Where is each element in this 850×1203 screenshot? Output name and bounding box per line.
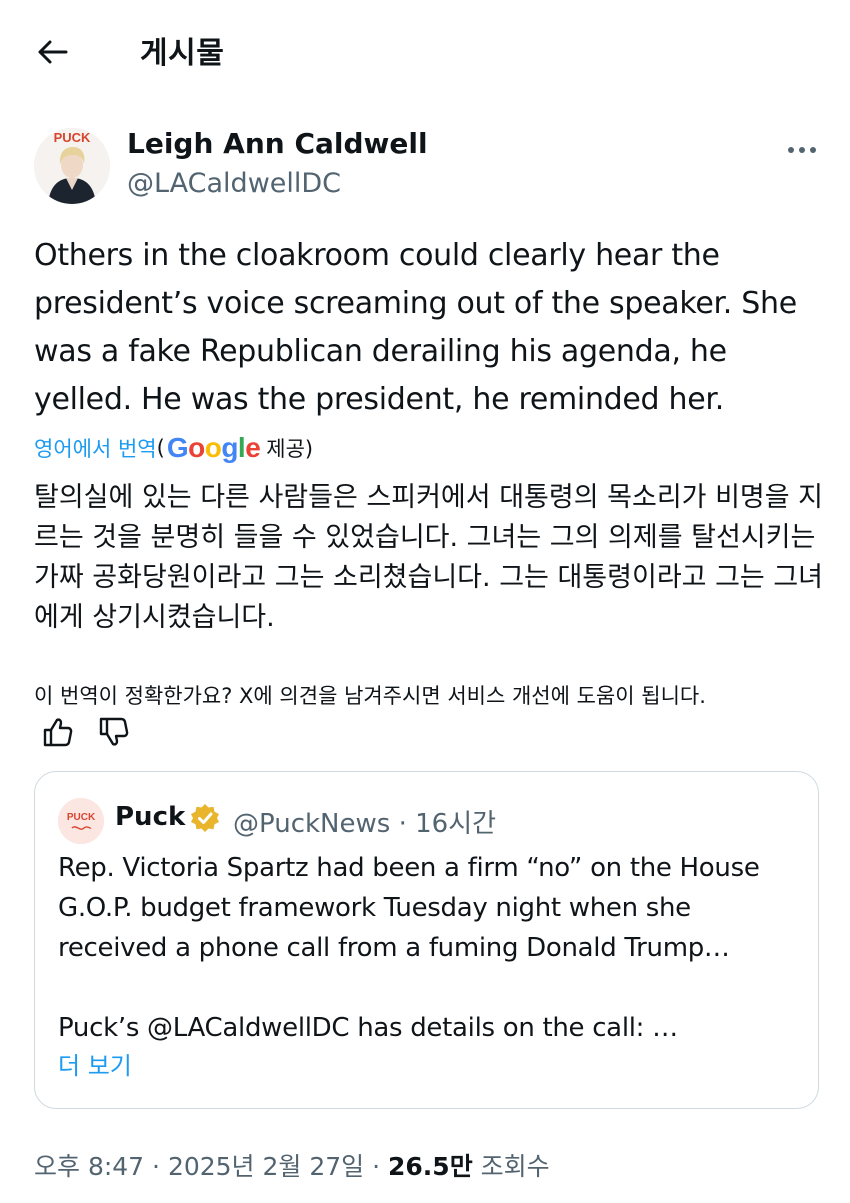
arrow-left-icon	[38, 40, 68, 64]
translation-attribution: 영어에서 번역 ( Google 제공)	[34, 428, 313, 468]
author-avatar[interactable]: PUCK	[34, 128, 110, 204]
quote-text: Rep. Victoria Spartz had been a firm “no…	[58, 848, 803, 1048]
thumbs-up-icon	[43, 718, 73, 747]
meta-separator: ·	[144, 1152, 168, 1181]
author-handle[interactable]: @LACaldwellDC	[127, 168, 341, 199]
quote-meta: @PuckNews · 16시간	[233, 803, 496, 840]
more-horizontal-icon	[788, 147, 816, 153]
tweet-text: Others in the cloakroom could clearly he…	[34, 238, 797, 417]
post-date[interactable]: 2025년 2월 27일	[168, 1152, 364, 1181]
thumbs-down-button[interactable]	[98, 716, 130, 748]
puck-logo-text: PUCK	[67, 812, 96, 823]
quoted-tweet-card[interactable]: PUCK Puck @PuckNews · 16시간 Rep. Victoria…	[34, 771, 819, 1109]
quote-text-line: received a phone call from a fuming Dona…	[58, 933, 730, 963]
more-options-button[interactable]	[782, 138, 822, 162]
post-meta: 오후 8:47 · 2025년 2월 27일 · 26.5만 조회수	[34, 1147, 550, 1183]
author-name[interactable]: Leigh Ann Caldwell	[127, 127, 428, 160]
avatar-photo: PUCK	[34, 128, 110, 204]
svg-text:PUCK: PUCK	[54, 130, 91, 145]
quote-avatar[interactable]: PUCK	[58, 798, 104, 844]
thumbs-down-icon	[99, 717, 129, 746]
show-more-link[interactable]: 더 보기	[58, 1046, 132, 1081]
verified-badge-icon	[191, 804, 219, 832]
page-title: 게시물	[140, 36, 225, 71]
translate-link[interactable]: 영어에서 번역	[34, 433, 157, 463]
quote-author-name[interactable]: Puck	[115, 802, 185, 832]
back-button[interactable]	[30, 30, 74, 74]
quote-time: 16시간	[415, 809, 497, 839]
puck-logo-icon: PUCK	[58, 798, 104, 844]
view-count[interactable]: 26.5만	[388, 1152, 473, 1181]
quote-text-line: Puck’s @LACaldwellDC has details on the …	[58, 1013, 678, 1043]
google-logo: Google	[166, 432, 261, 463]
meta-separator: ·	[364, 1152, 389, 1181]
translate-open-paren: (	[156, 436, 165, 460]
translate-provider-suffix: 제공)	[266, 437, 314, 461]
quote-author-handle[interactable]: @PuckNews	[233, 809, 390, 839]
post-time[interactable]: 오후 8:47	[34, 1152, 144, 1181]
thumbs-up-button[interactable]	[42, 716, 74, 748]
translated-text: 탈의실에 있는 다른 사람들은 스피커에서 대통령의 목소리가 비명을 지르는 …	[34, 482, 824, 633]
quote-text-line	[58, 968, 803, 1008]
quote-meta-separator: ·	[390, 809, 416, 839]
top-bar: 게시물	[0, 0, 850, 100]
quote-text-line: G.O.P. budget framework Tuesday night wh…	[58, 893, 691, 923]
view-count-label: 조회수	[472, 1152, 550, 1181]
quote-text-line: Rep. Victoria Spartz had been a firm “no…	[58, 853, 760, 883]
translation-feedback-prompt: 이 번역이 정확한가요? X에 의견을 남겨주시면 서비스 개선에 도움이 됩니…	[34, 684, 706, 708]
